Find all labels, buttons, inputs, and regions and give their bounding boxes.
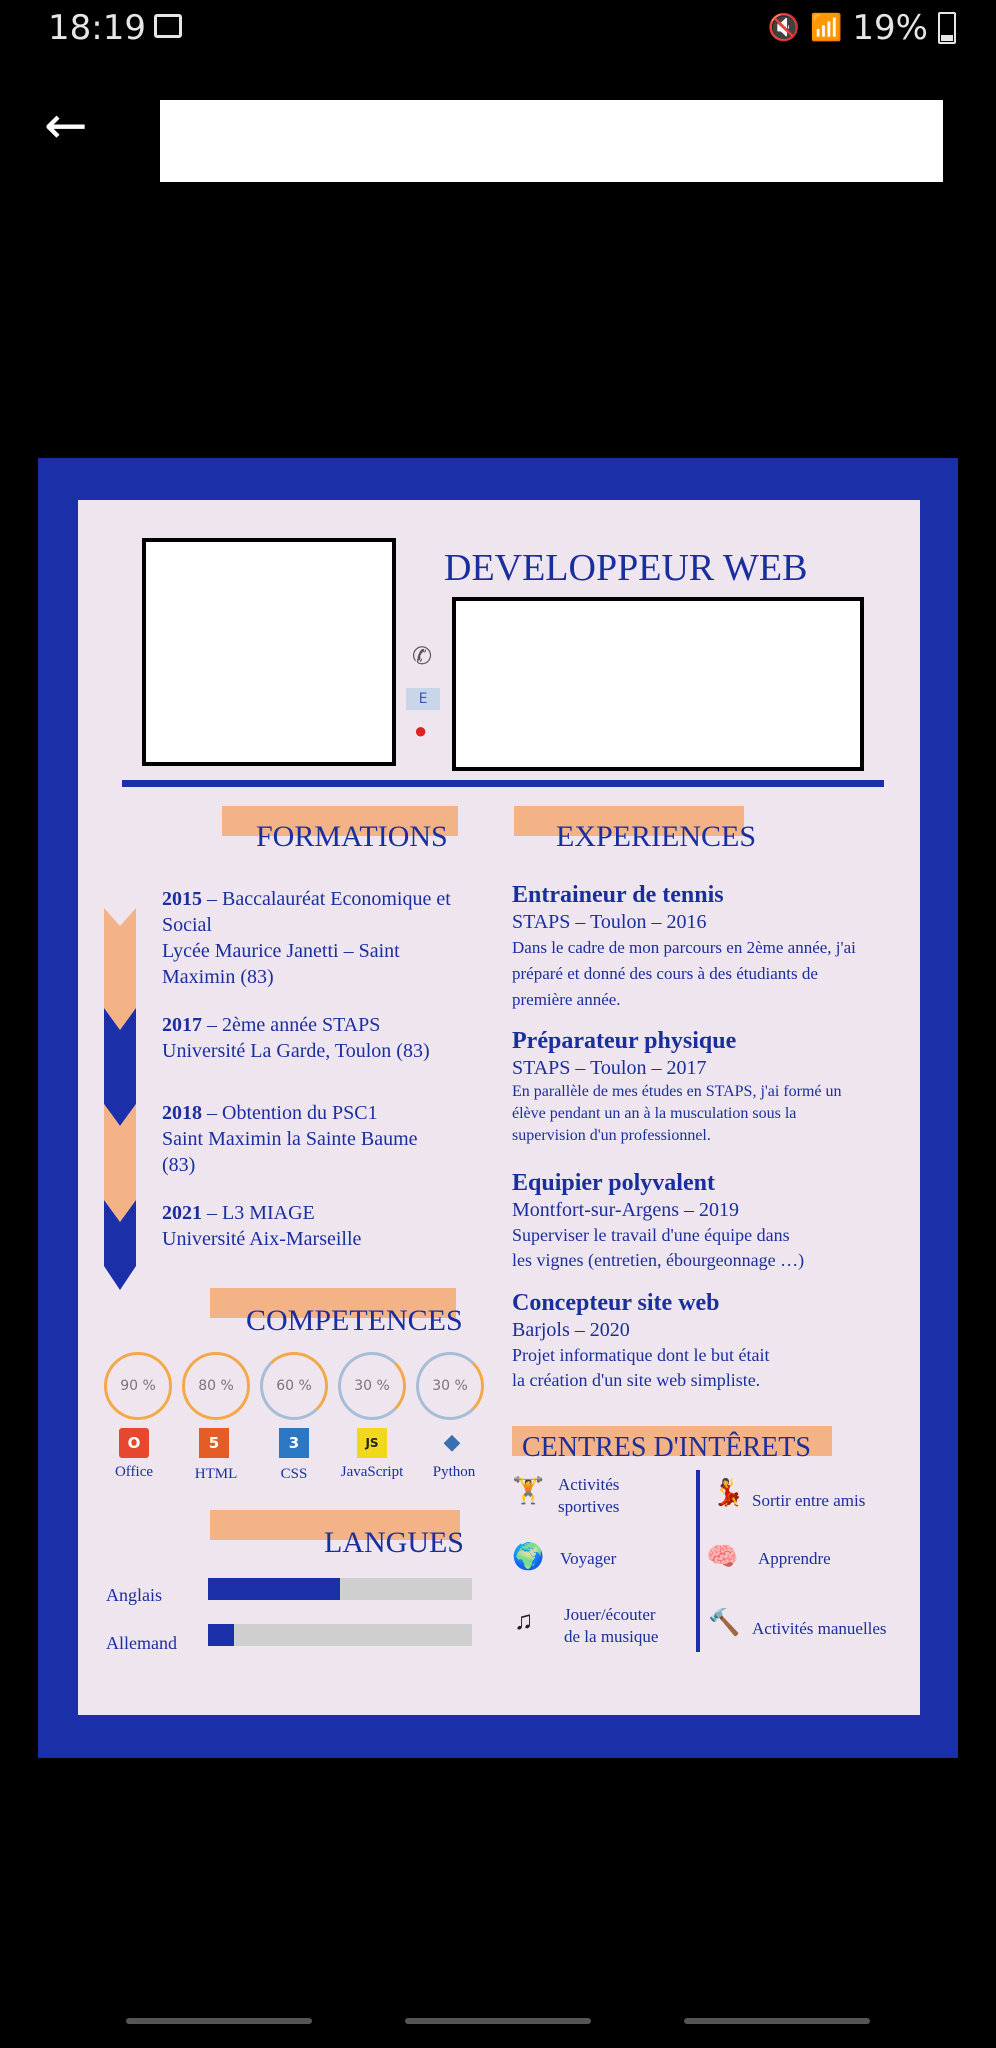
skill-label-office: Office [114, 1464, 154, 1480]
status-time: 18:19 [48, 8, 146, 48]
hobby-friends: Sortir entre amis [752, 1491, 866, 1510]
javascript-icon: JS [357, 1428, 387, 1458]
experiences-heading: EXPERIENCES [556, 820, 757, 853]
status-bar: 18:19 🔇 📶 19% [0, 0, 996, 60]
langue-bar-fill-anglais [208, 1578, 340, 1600]
battery-icon [938, 12, 956, 44]
formation-item-4: 2021 – L3 MIAGE Université Aix-Marseille [162, 1202, 362, 1250]
redacted-title-box [160, 100, 943, 182]
profile-photo-redacted [142, 538, 396, 766]
langue-label-anglais: Anglais [106, 1585, 162, 1605]
hobby-manual: Activités manuelles [752, 1619, 887, 1638]
experience-item-3: Equipier polyvalent Montfort-sur-Argens … [512, 1170, 805, 1270]
hobby-travel: Voyager [560, 1549, 617, 1568]
gallery-notification-icon [154, 14, 182, 38]
interets-divider [696, 1470, 700, 1652]
resume-title: DEVELOPPEUR WEB [444, 547, 808, 589]
langue-bar-anglais [208, 1578, 472, 1600]
office-icon: O [119, 1428, 149, 1458]
phone-icon: ✆ [412, 644, 433, 670]
timeline-arrow-1 [104, 908, 136, 1030]
html5-icon: 5 [199, 1428, 229, 1458]
contact-redacted [452, 597, 864, 771]
globe-icon: 🌍 [512, 1542, 545, 1571]
skill-gauge-javascript: 30 % [338, 1352, 406, 1420]
music-note-icon: ♫ [514, 1606, 534, 1635]
weightlifter-icon: 🏋 [512, 1476, 545, 1505]
experience-item-2: Préparateur physique STAPS – Toulon – 20… [512, 1028, 842, 1144]
formation-item-1: 2015 – Baccalauréat Economique et Social… [162, 888, 451, 988]
brain-icon: 🧠 [706, 1542, 739, 1571]
formation-item-3: 2018 – Obtention du PSC1 Saint Maximin l… [162, 1102, 418, 1176]
skill-label-javascript: JavaScript [340, 1464, 404, 1480]
skill-gauge-html: 80 % [182, 1352, 250, 1420]
skill-gauge-python: 30 % [416, 1352, 484, 1420]
experience-item-4: Concepteur site web Barjols – 2020 Proje… [512, 1290, 770, 1390]
python-icon: ◆ [443, 1430, 461, 1455]
competences-heading: COMPETENCES [246, 1304, 463, 1337]
skill-label-html: HTML [194, 1466, 238, 1482]
hobby-sport: Activités sportives [558, 1475, 620, 1516]
back-arrow-icon[interactable]: ← [44, 100, 88, 152]
dancer-icon: 💃 [712, 1478, 745, 1507]
hobby-music: Jouer/écouter de la musique [564, 1605, 659, 1646]
mute-icon: 🔇 [767, 13, 801, 43]
langues-heading: LANGUES [324, 1526, 464, 1559]
battery-percent: 19% [852, 8, 928, 48]
experience-item-1: Entraineur de tennis STAPS – Toulon – 20… [512, 882, 856, 1009]
formations-heading: FORMATIONS [256, 820, 448, 853]
skill-label-css: CSS [280, 1466, 308, 1482]
hobby-learning: Apprendre [758, 1549, 831, 1568]
nav-recent-apps[interactable] [126, 2018, 312, 2024]
skill-gauge-office: 90 % [104, 1352, 172, 1420]
formation-item-2: 2017 – 2ème année STAPS Université La Ga… [162, 1014, 430, 1062]
langue-bar-allemand [208, 1624, 472, 1646]
nav-back[interactable] [684, 2018, 870, 2024]
email-icon: E [406, 688, 440, 710]
langue-bar-fill-allemand [208, 1624, 235, 1646]
status-icons: 🔇 📶 19% [768, 8, 956, 48]
wifi-icon: 📶 [810, 13, 843, 43]
tools-icon: 🔨 [708, 1608, 741, 1637]
css3-icon: 3 [279, 1428, 309, 1458]
interets-heading: CENTRES D'INTÊRETS [522, 1432, 811, 1463]
skill-label-python: Python [432, 1464, 476, 1480]
location-pin-icon: ● [414, 718, 428, 743]
nav-home[interactable] [405, 2018, 591, 2024]
header-divider [122, 780, 884, 787]
langue-label-allemand: Allemand [106, 1633, 177, 1653]
skill-gauge-css: 60 % [260, 1352, 328, 1420]
timeline-arrows [104, 908, 136, 1290]
